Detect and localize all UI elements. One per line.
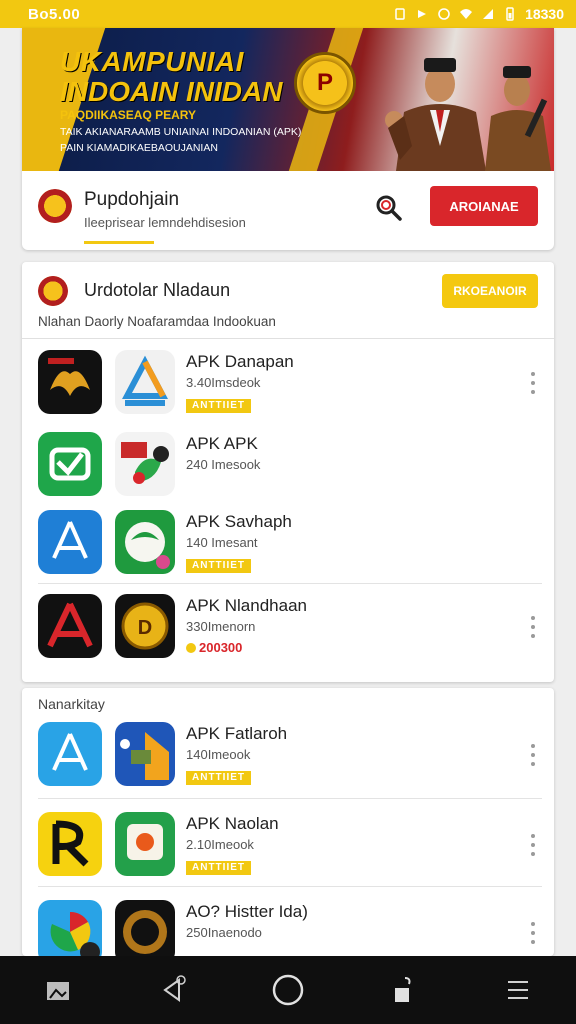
alarm-icon	[418, 10, 427, 18]
section-title: Nanarkitay	[38, 696, 105, 712]
list-item[interactable]: D APK Nlandhaan 330Imenorn 200300	[22, 586, 554, 666]
r-app-icon	[38, 812, 102, 876]
menu-icon[interactable]	[498, 970, 538, 1010]
status-clock: 18330	[525, 6, 564, 22]
promo-banner[interactable]: UKAMPUNIAI INDOAIN INIDAN PAQDIIKASEAQ P…	[22, 28, 554, 171]
check-app-icon	[38, 432, 102, 496]
tab-indicator	[84, 241, 154, 244]
gallery-icon[interactable]	[38, 970, 78, 1010]
green-app-icon	[115, 812, 175, 876]
gift-app-icon	[115, 432, 175, 496]
recents-icon[interactable]	[383, 970, 423, 1010]
list-item[interactable]: APK Danapan 3.40Imsdeok ANTTIIET	[22, 342, 554, 422]
banner-text-line1: TAIK AKIANARAAMB UNIAINAI INDOANIAN (APK…	[60, 126, 302, 138]
popular-section: Nanarkitay APK Fatlaroh 140Imeook ANTTII…	[22, 688, 554, 956]
banner-emblem-icon: P	[294, 52, 356, 114]
app-store-icon	[38, 510, 102, 574]
section-action-button[interactable]: RKOEANOIR	[442, 274, 538, 308]
primary-action-button[interactable]: AROIANAE	[430, 186, 538, 226]
section-logo-icon	[38, 276, 68, 306]
app-store-icon	[38, 722, 102, 786]
list-item[interactable]: APK APK 240 Imesook	[22, 424, 554, 504]
back-icon[interactable]	[153, 970, 193, 1010]
item-name: APK Naolan	[186, 814, 279, 833]
banner-title-line2: INDOAIN INIDAN	[60, 76, 283, 107]
coin-app-icon: D	[115, 594, 175, 658]
divider	[38, 583, 542, 584]
sim-icon	[395, 8, 405, 20]
item-size: 140Imeook	[186, 747, 251, 762]
item-size: 140 Imesant	[186, 535, 258, 550]
more-options-icon[interactable]	[526, 372, 540, 394]
moon-icon	[438, 8, 450, 20]
item-name: APK Danapan	[186, 352, 294, 371]
banner-text-line2: PAIN KIAMADIKAEBAOUJANIAN	[60, 142, 218, 154]
garuda-app-icon	[115, 510, 175, 574]
delta-app-icon	[115, 350, 175, 414]
item-size: 250Inaenodo	[186, 925, 262, 940]
coin-icon	[186, 643, 196, 653]
item-badge: ANTTIIET	[186, 771, 251, 785]
app-subtitle: Ileeprisear lemndehdisesion	[84, 215, 246, 230]
battery-icon	[506, 7, 514, 21]
section-subtitle: Nlahan Daorly Noafaramdaa Indookuan	[38, 314, 276, 329]
search-icon[interactable]	[372, 191, 406, 225]
status-bar: Bo5.00 18330	[0, 0, 576, 28]
banner-subtitle: PAQDIIKASEAQ PEARY	[60, 108, 197, 122]
crest-app-icon	[115, 900, 175, 956]
item-name: APK Fatlaroh	[186, 724, 288, 743]
item-size: 240 Imesook	[186, 457, 261, 472]
item-badge: ANTTIIET	[186, 559, 251, 573]
red-a-app-icon	[38, 594, 102, 658]
section-title: Urdotolar Nladaun	[84, 280, 231, 300]
list-item[interactable]: APK Fatlaroh 140Imeook ANTTIIET	[22, 714, 554, 794]
list-item[interactable]: APK Savhaph 140 Imesant ANTTIIET	[22, 502, 554, 582]
list-item[interactable]: AO? Histter Ida) 250Inaenodo	[22, 892, 554, 956]
fox-app-icon	[115, 722, 175, 786]
eagle-app-icon	[38, 350, 102, 414]
more-options-icon[interactable]	[526, 616, 540, 638]
divider	[38, 886, 542, 887]
header-card: UKAMPUNIAI INDOAIN INIDAN PAQDIIKASEAQ P…	[22, 28, 554, 250]
list-item[interactable]: APK Naolan 2.10Imeook ANTTIIET	[22, 804, 554, 884]
system-nav-bar	[0, 956, 576, 1024]
banner-title-line1: UKAMPUNIAI	[60, 46, 244, 77]
item-size: 330Imenorn	[186, 619, 256, 634]
signal-icon	[483, 9, 494, 19]
more-options-icon[interactable]	[526, 834, 540, 856]
banner-person-image	[385, 58, 486, 171]
item-size: 3.40Imsdeok	[186, 375, 261, 390]
more-options-icon[interactable]	[526, 922, 540, 944]
app-header-row: Pupdohjain Ileeprisear lemndehdisesion A…	[22, 171, 554, 250]
item-name: APK APK	[186, 434, 258, 453]
more-options-icon[interactable]	[526, 744, 540, 766]
app-logo-icon	[38, 189, 72, 223]
item-price: 200300	[186, 640, 242, 655]
banner-person-2-image	[485, 66, 551, 171]
item-name: AO? Histter Ida)	[186, 902, 308, 921]
item-name: APK Savhaph	[186, 512, 292, 531]
chrome-app-icon	[38, 900, 102, 956]
home-icon[interactable]	[268, 970, 308, 1010]
item-badge: ANTTIIET	[186, 861, 251, 875]
item-size: 2.10Imeook	[186, 837, 254, 852]
status-icons: 18330	[393, 6, 564, 22]
divider	[38, 798, 542, 799]
item-badge: ANTTIIET	[186, 399, 251, 413]
item-name: APK Nlandhaan	[186, 596, 307, 615]
svg-text:D: D	[138, 617, 152, 639]
wifi-icon	[460, 9, 473, 19]
divider	[22, 338, 554, 339]
app-name: Pupdohjain	[84, 189, 180, 210]
status-time: Bo5.00	[28, 5, 81, 23]
featured-section: Urdotolar Nladaun RKOEANOIR Nlahan Daorl…	[22, 262, 554, 682]
item-price-value: 200300	[199, 640, 243, 655]
